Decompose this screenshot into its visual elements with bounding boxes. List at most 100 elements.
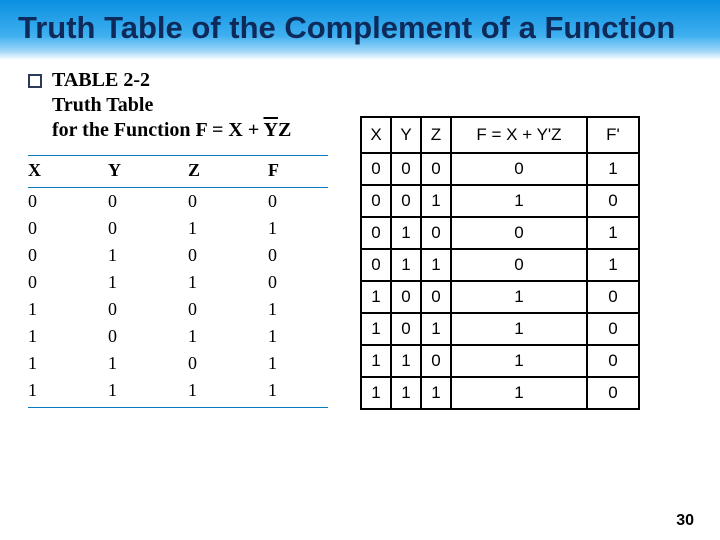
table-row: 01101 xyxy=(361,249,639,281)
table-cell: 0 xyxy=(451,217,587,249)
table-cell: 0 xyxy=(361,185,391,217)
table-cell: 0 xyxy=(268,242,328,269)
table-cell: 1 xyxy=(451,377,587,409)
table-cell: 1 xyxy=(268,377,328,408)
table-row: 0100 xyxy=(28,242,328,269)
right-header-f: F = X + Y'Z xyxy=(451,117,587,153)
table-cell: 0 xyxy=(391,153,421,185)
left-header-z: Z xyxy=(188,155,268,187)
left-truth-table: X Y Z F 00000011010001101001101111011111 xyxy=(28,155,328,408)
left-header-f: F xyxy=(268,155,328,187)
table-cell: 0 xyxy=(587,185,639,217)
table-cell: 1 xyxy=(108,377,188,408)
table-row: 10010 xyxy=(361,281,639,313)
table-cell: 0 xyxy=(268,269,328,296)
table-cell: 1 xyxy=(451,281,587,313)
table-caption: TABLE 2-2 Truth Table for the Function F… xyxy=(52,68,291,143)
caption-line3-prefix: for the Function F = X + xyxy=(52,119,263,141)
right-column: X Y Z F = X + Y'Z F' 0000100110010010110… xyxy=(360,68,710,410)
table-cell: 1 xyxy=(28,377,108,408)
right-header-fp: F' xyxy=(587,117,639,153)
table-row: 11010 xyxy=(361,345,639,377)
right-table-body: 0000100110010010110110010101101101011110 xyxy=(361,153,639,409)
table-cell: 1 xyxy=(188,377,268,408)
table-cell: 1 xyxy=(361,313,391,345)
caption-line3-suffix: Z xyxy=(278,119,291,141)
table-cell: 1 xyxy=(188,269,268,296)
table-row: 00001 xyxy=(361,153,639,185)
left-table-body: 00000011010001101001101111011111 xyxy=(28,187,328,407)
table-cell: 1 xyxy=(108,350,188,377)
left-header-y: Y xyxy=(108,155,188,187)
table-cell: 1 xyxy=(391,345,421,377)
table-cell: 0 xyxy=(268,187,328,215)
table-cell: 1 xyxy=(451,185,587,217)
table-row: 1111 xyxy=(28,377,328,408)
table-cell: 0 xyxy=(361,249,391,281)
caption-ybar: Y xyxy=(263,119,277,141)
table-cell: 0 xyxy=(421,153,451,185)
table-cell: 0 xyxy=(421,217,451,249)
table-cell: 1 xyxy=(268,296,328,323)
slide-title: Truth Table of the Complement of a Funct… xyxy=(18,10,702,46)
table-cell: 1 xyxy=(587,249,639,281)
left-column: TABLE 2-2 Truth Table for the Function F… xyxy=(10,68,350,410)
table-cell: 1 xyxy=(268,323,328,350)
table-cell: 1 xyxy=(391,217,421,249)
table-cell: 0 xyxy=(108,215,188,242)
table-cell: 1 xyxy=(587,153,639,185)
table-cell: 0 xyxy=(451,249,587,281)
table-cell: 0 xyxy=(391,313,421,345)
table-cell: 1 xyxy=(268,215,328,242)
table-cell: 0 xyxy=(421,345,451,377)
table-row: 0011 xyxy=(28,215,328,242)
table-cell: 1 xyxy=(391,249,421,281)
title-band: Truth Table of the Complement of a Funct… xyxy=(0,0,720,60)
table-cell: 0 xyxy=(28,215,108,242)
table-row: 01001 xyxy=(361,217,639,249)
table-row: 1001 xyxy=(28,296,328,323)
table-cell: 1 xyxy=(451,313,587,345)
table-cell: 1 xyxy=(451,345,587,377)
caption-row: TABLE 2-2 Truth Table for the Function F… xyxy=(28,68,350,143)
table-cell: 1 xyxy=(28,296,108,323)
table-row: 1011 xyxy=(28,323,328,350)
table-cell: 0 xyxy=(587,377,639,409)
right-table-header-row: X Y Z F = X + Y'Z F' xyxy=(361,117,639,153)
right-truth-table: X Y Z F = X + Y'Z F' 0000100110010010110… xyxy=(360,116,640,410)
left-header-x: X xyxy=(28,155,108,187)
right-header-y: Y xyxy=(391,117,421,153)
table-row: 0000 xyxy=(28,187,328,215)
table-cell: 1 xyxy=(391,377,421,409)
table-cell: 1 xyxy=(28,323,108,350)
caption-line1: TABLE 2-2 xyxy=(52,69,150,91)
table-cell: 0 xyxy=(587,345,639,377)
table-row: 1101 xyxy=(28,350,328,377)
square-bullet-icon xyxy=(28,74,42,88)
table-row: 00110 xyxy=(361,185,639,217)
table-cell: 0 xyxy=(587,313,639,345)
table-row: 10110 xyxy=(361,313,639,345)
table-cell: 1 xyxy=(361,281,391,313)
table-cell: 1 xyxy=(108,242,188,269)
content-area: TABLE 2-2 Truth Table for the Function F… xyxy=(0,60,720,410)
table-cell: 0 xyxy=(108,296,188,323)
table-cell: 1 xyxy=(28,350,108,377)
table-cell: 0 xyxy=(451,153,587,185)
table-cell: 0 xyxy=(108,323,188,350)
table-cell: 0 xyxy=(188,296,268,323)
table-cell: 1 xyxy=(421,377,451,409)
table-cell: 0 xyxy=(587,281,639,313)
table-cell: 1 xyxy=(421,185,451,217)
table-cell: 0 xyxy=(28,187,108,215)
table-cell: 0 xyxy=(188,187,268,215)
table-cell: 1 xyxy=(188,323,268,350)
table-cell: 0 xyxy=(28,269,108,296)
right-header-z: Z xyxy=(421,117,451,153)
table-cell: 0 xyxy=(391,281,421,313)
table-cell: 1 xyxy=(421,313,451,345)
table-cell: 0 xyxy=(391,185,421,217)
table-cell: 0 xyxy=(188,350,268,377)
table-row: 11110 xyxy=(361,377,639,409)
right-header-x: X xyxy=(361,117,391,153)
